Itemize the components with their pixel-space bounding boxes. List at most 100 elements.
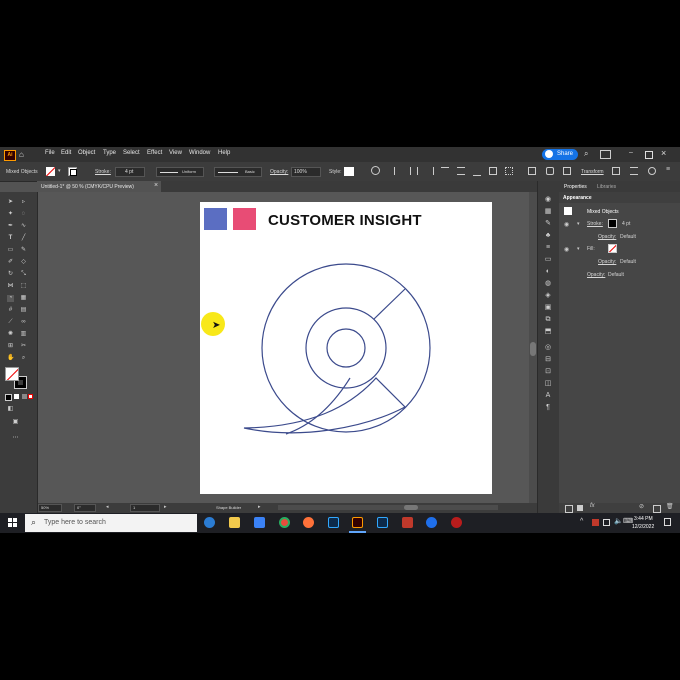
- fill-stroke-widget[interactable]: [5, 367, 29, 391]
- prev-artboard-icon[interactable]: ◂: [106, 504, 109, 510]
- canva-icon[interactable]: [426, 517, 437, 528]
- isolate-icon[interactable]: [546, 167, 554, 175]
- slice-tool-icon[interactable]: ✂: [20, 343, 27, 350]
- tray-app-icon-2[interactable]: [603, 519, 610, 526]
- horizontal-scrollbar[interactable]: [278, 505, 498, 510]
- close-icon[interactable]: ×: [661, 148, 666, 158]
- menu-edit[interactable]: Edit: [61, 150, 71, 156]
- transform-grid-icon[interactable]: [528, 167, 536, 175]
- mail-icon[interactable]: [254, 517, 265, 528]
- line-tool-icon[interactable]: ╱: [20, 235, 27, 242]
- pen-tool-icon[interactable]: ✒: [7, 223, 14, 230]
- layers-panel-icon[interactable]: ◈: [544, 292, 552, 300]
- recorder-icon[interactable]: [402, 517, 413, 528]
- align-top-icon[interactable]: [441, 167, 449, 176]
- menu-window[interactable]: Window: [189, 150, 210, 156]
- links-panel-icon[interactable]: ⧉: [544, 316, 552, 324]
- appearance-panel-icon[interactable]: ◍: [544, 280, 552, 288]
- expand-chevron-icon-2[interactable]: ▾: [577, 246, 580, 252]
- perspective-grid-tool-icon[interactable]: ▦: [20, 295, 27, 302]
- none-mode-icon[interactable]: [28, 394, 33, 399]
- distribute-spacing-icon[interactable]: [505, 167, 513, 175]
- screen-recorder-icon[interactable]: [451, 517, 462, 528]
- transform-link[interactable]: Transform: [581, 169, 604, 175]
- new-stroke-icon[interactable]: [565, 505, 573, 513]
- canvas-scrollbar-v[interactable]: [529, 192, 537, 503]
- rectangle-tool-icon[interactable]: ▭: [7, 247, 14, 254]
- clear-appearance-icon[interactable]: ⊘: [639, 503, 644, 510]
- illustrator-icon[interactable]: [352, 517, 363, 528]
- stroke-weight-field[interactable]: 4 pt: [115, 167, 145, 177]
- style-swatch[interactable]: [344, 167, 354, 176]
- notifications-icon[interactable]: [664, 518, 671, 526]
- clock-date[interactable]: 12/2/2022: [632, 524, 654, 530]
- screen-mode-icon[interactable]: ▣: [12, 419, 19, 426]
- firefox-icon[interactable]: [303, 517, 314, 528]
- photoshop-icon-2[interactable]: [377, 517, 388, 528]
- taskbar-search-box[interactable]: ⌕ Type here to search: [25, 514, 197, 532]
- artboard-tool-icon[interactable]: [563, 167, 571, 175]
- brush-definition[interactable]: Basic: [214, 167, 262, 177]
- scale-tool-icon[interactable]: ⤡: [20, 271, 27, 278]
- width-tool-icon[interactable]: ⋈: [7, 283, 14, 290]
- symbols-panel-icon[interactable]: ♣: [544, 232, 552, 240]
- gradient-panel-icon[interactable]: ▭: [544, 256, 552, 264]
- color-mode-icon[interactable]: [14, 394, 19, 399]
- clock-time[interactable]: 3:44 PM: [634, 516, 653, 522]
- add-effect-icon[interactable]: fx: [590, 503, 595, 509]
- shape-builder-option-icon[interactable]: [648, 167, 656, 175]
- gradient-mode-icon[interactable]: [22, 394, 27, 399]
- next-artboard-icon[interactable]: ▸: [164, 504, 167, 510]
- artboard-tool-icon-2[interactable]: ⊞: [7, 343, 14, 350]
- column-graph-tool-icon[interactable]: ▥: [20, 331, 27, 338]
- menu-effect[interactable]: Effect: [147, 150, 162, 156]
- file-explorer-icon[interactable]: [229, 517, 240, 528]
- visibility-eye-icon[interactable]: ◉: [564, 221, 569, 228]
- share-button[interactable]: Share: [542, 149, 578, 160]
- zoom-field[interactable]: 50%: [38, 504, 62, 512]
- volume-icon[interactable]: 🔈: [614, 517, 623, 525]
- transform-panel-icon[interactable]: ⊡: [544, 368, 552, 376]
- arrange-icon[interactable]: [600, 150, 611, 159]
- asset-export-panel-icon[interactable]: ⬒: [544, 328, 552, 336]
- brushes-panel-icon[interactable]: ✎: [544, 220, 552, 228]
- eraser-tool-icon[interactable]: ◇: [20, 259, 27, 266]
- chrome-icon[interactable]: [279, 517, 290, 528]
- gradient-tool-icon[interactable]: ▤: [20, 307, 27, 314]
- type-tool-icon[interactable]: T: [7, 235, 14, 242]
- variable-width-profile[interactable]: Uniform: [156, 167, 204, 177]
- selection-tool-icon[interactable]: ➤: [7, 199, 14, 206]
- fill-none-chip[interactable]: [608, 244, 617, 253]
- photoshop-icon[interactable]: [328, 517, 339, 528]
- shaper-tool-icon[interactable]: ✐: [7, 259, 14, 266]
- menu-view[interactable]: View: [169, 150, 182, 156]
- menu-select[interactable]: Select: [123, 150, 140, 156]
- close-tab-icon[interactable]: ×: [154, 182, 158, 189]
- transparency-panel-icon[interactable]: ◐: [544, 268, 552, 276]
- artboard-number-field[interactable]: 1: [130, 504, 160, 512]
- opacity2-label[interactable]: Opacity:: [598, 259, 616, 265]
- edit-toolbar-icon[interactable]: ⋯: [12, 435, 19, 442]
- opacity1-label[interactable]: Opacity:: [598, 234, 616, 240]
- shape-builder-tool-icon[interactable]: ◔: [7, 295, 14, 302]
- character-panel-icon[interactable]: A: [544, 392, 552, 400]
- rotate-tool-icon[interactable]: ↻: [7, 271, 14, 278]
- opacity-field[interactable]: 100%: [291, 167, 321, 177]
- dropdown-arrow-icon[interactable]: ▾: [58, 168, 61, 174]
- artboards-panel-icon[interactable]: ▣: [544, 304, 552, 312]
- distribute-icon[interactable]: [489, 167, 497, 175]
- stroke-panel-icon[interactable]: ≡: [544, 244, 552, 252]
- default-colors-icon[interactable]: [5, 394, 12, 401]
- menu-file[interactable]: File: [45, 150, 55, 156]
- magic-wand-tool-icon[interactable]: ✦: [7, 211, 14, 218]
- stroke-row-label[interactable]: Stroke:: [587, 221, 603, 227]
- expand-chevron-icon[interactable]: ▾: [577, 221, 580, 227]
- align-left-icon[interactable]: [394, 167, 403, 175]
- recolor-icon[interactable]: [371, 166, 380, 175]
- document-tab[interactable]: Untitled-1* @ 50 % (CMYK/CPU Preview) ×: [37, 181, 161, 192]
- direct-selection-tool-icon[interactable]: ▹: [20, 199, 27, 206]
- symbol-sprayer-tool-icon[interactable]: ✺: [7, 331, 14, 338]
- logo-outline-graphic[interactable]: [200, 202, 492, 494]
- blend-tool-icon[interactable]: ∞: [20, 319, 27, 326]
- lasso-tool-icon[interactable]: ◌: [20, 211, 27, 218]
